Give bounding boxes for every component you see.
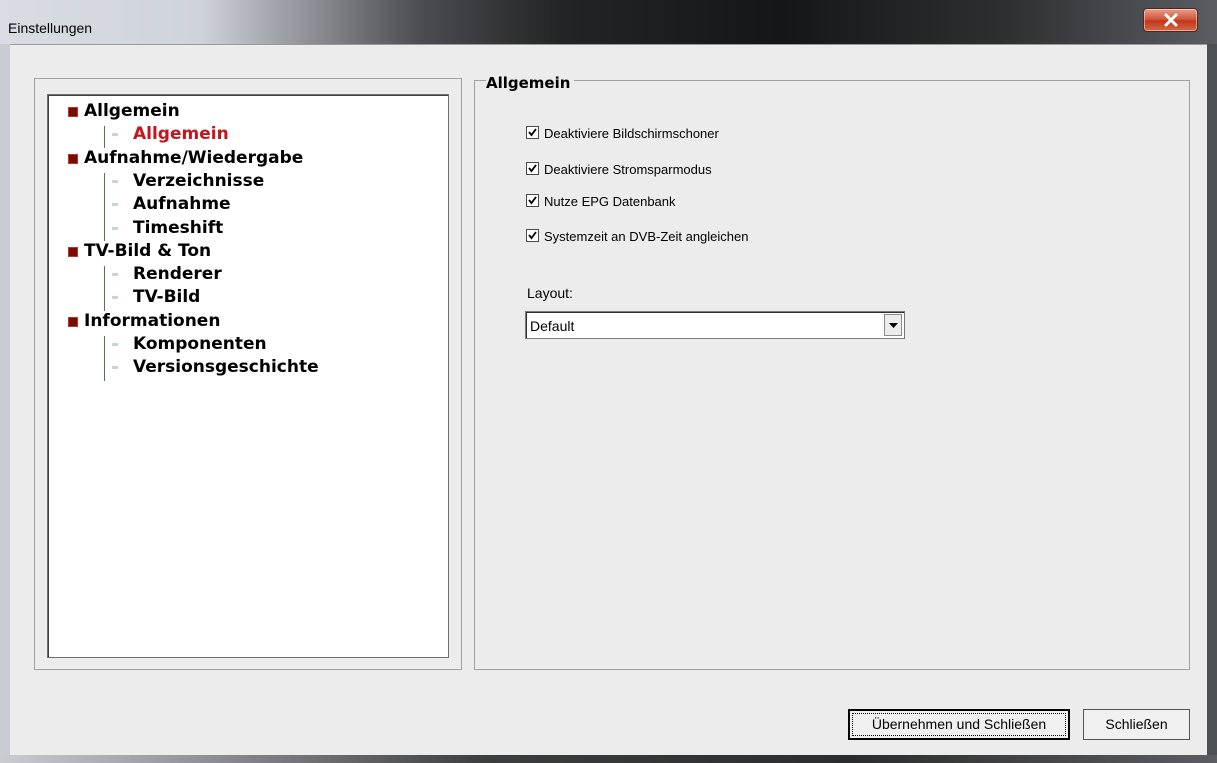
tree-category-item[interactable]: Informationen bbox=[84, 311, 220, 331]
subitem-bullet-icon bbox=[112, 133, 118, 137]
settings-tree[interactable]: Allgemein Allgemein Aufnahme/Wiedergabe Ver… bbox=[47, 94, 449, 658]
category-bullet-icon bbox=[68, 316, 78, 327]
checkbox[interactable] bbox=[526, 194, 539, 207]
tree-subitem[interactable]: TV-Bild bbox=[133, 287, 200, 307]
title-bar[interactable]: Einstellungen bbox=[0, 0, 1217, 44]
close-button-label: Schließen bbox=[1105, 716, 1168, 732]
layout-select[interactable]: Default bbox=[525, 311, 905, 339]
window-frame-bottom bbox=[0, 755, 1217, 763]
checkbox-label: Nutze EPG Datenbank bbox=[544, 194, 676, 209]
tree-category-item[interactable]: Aufnahme/Wiedergabe bbox=[84, 148, 303, 168]
checkbox-label: Deaktiviere Stromsparmodus bbox=[544, 162, 712, 177]
close-icon bbox=[1164, 13, 1178, 27]
close-window-button[interactable] bbox=[1143, 8, 1198, 32]
subitem-bullet-icon bbox=[112, 203, 118, 207]
window-title: Einstellungen bbox=[8, 20, 93, 36]
window-frame-left bbox=[0, 44, 10, 763]
subitem-bullet-icon bbox=[112, 366, 118, 370]
group-title: Allgemein bbox=[486, 74, 575, 92]
checkbox[interactable] bbox=[526, 162, 539, 175]
close-button[interactable]: Schließen bbox=[1083, 709, 1190, 740]
subitem-bullet-icon bbox=[112, 179, 118, 183]
dropdown-button[interactable] bbox=[884, 314, 902, 336]
settings-window: Einstellungen Allgemein Allgemein Aufnahme… bbox=[0, 0, 1217, 763]
checkmark-icon bbox=[528, 196, 537, 205]
chevron-down-icon bbox=[889, 323, 898, 328]
apply-and-close-button[interactable]: Übernehmen und Schließen bbox=[848, 709, 1070, 740]
category-bullet-icon bbox=[68, 153, 78, 164]
subitem-bullet-icon bbox=[112, 296, 118, 300]
tree-category-item[interactable]: TV-Bild & Ton bbox=[84, 241, 211, 261]
checkbox-label: Systemzeit an DVB-Zeit angleichen bbox=[544, 229, 749, 244]
tree-category-item[interactable]: Allgemein bbox=[84, 101, 180, 121]
tree-subitem[interactable]: Renderer bbox=[133, 264, 222, 284]
checkmark-icon bbox=[528, 231, 537, 240]
subitem-bullet-icon bbox=[112, 273, 118, 277]
subitem-bullet-icon bbox=[112, 343, 118, 346]
tree-subitem[interactable]: Timeshift bbox=[133, 218, 223, 238]
tree-subitem[interactable]: Aufnahme bbox=[133, 194, 231, 214]
tree-connector-line bbox=[104, 336, 105, 381]
tree-connector-line bbox=[104, 266, 105, 311]
tree-subitem[interactable]: Versionsgeschichte bbox=[133, 357, 319, 377]
layout-select-value: Default bbox=[530, 318, 575, 334]
apply-and-close-label: Übernehmen und Schließen bbox=[871, 716, 1047, 732]
tree-connector-line bbox=[104, 126, 105, 148]
subitem-bullet-icon bbox=[112, 226, 118, 230]
window-frame-right bbox=[1207, 44, 1217, 763]
category-bullet-icon bbox=[68, 246, 78, 257]
tree-subitem[interactable]: Komponenten bbox=[133, 334, 267, 354]
category-bullet-icon bbox=[68, 107, 78, 117]
checkbox[interactable] bbox=[526, 126, 539, 139]
layout-label: Layout: bbox=[527, 285, 573, 301]
checkmark-icon bbox=[528, 164, 537, 173]
tree-subitem[interactable]: Verzeichnisse bbox=[133, 171, 264, 191]
tree-connector-line bbox=[104, 172, 105, 241]
checkbox-label: Deaktiviere Bildschirmschoner bbox=[544, 126, 719, 141]
checkmark-icon bbox=[528, 128, 537, 137]
tree-subitem[interactable]: Allgemein bbox=[133, 124, 229, 144]
checkbox[interactable] bbox=[526, 229, 539, 242]
